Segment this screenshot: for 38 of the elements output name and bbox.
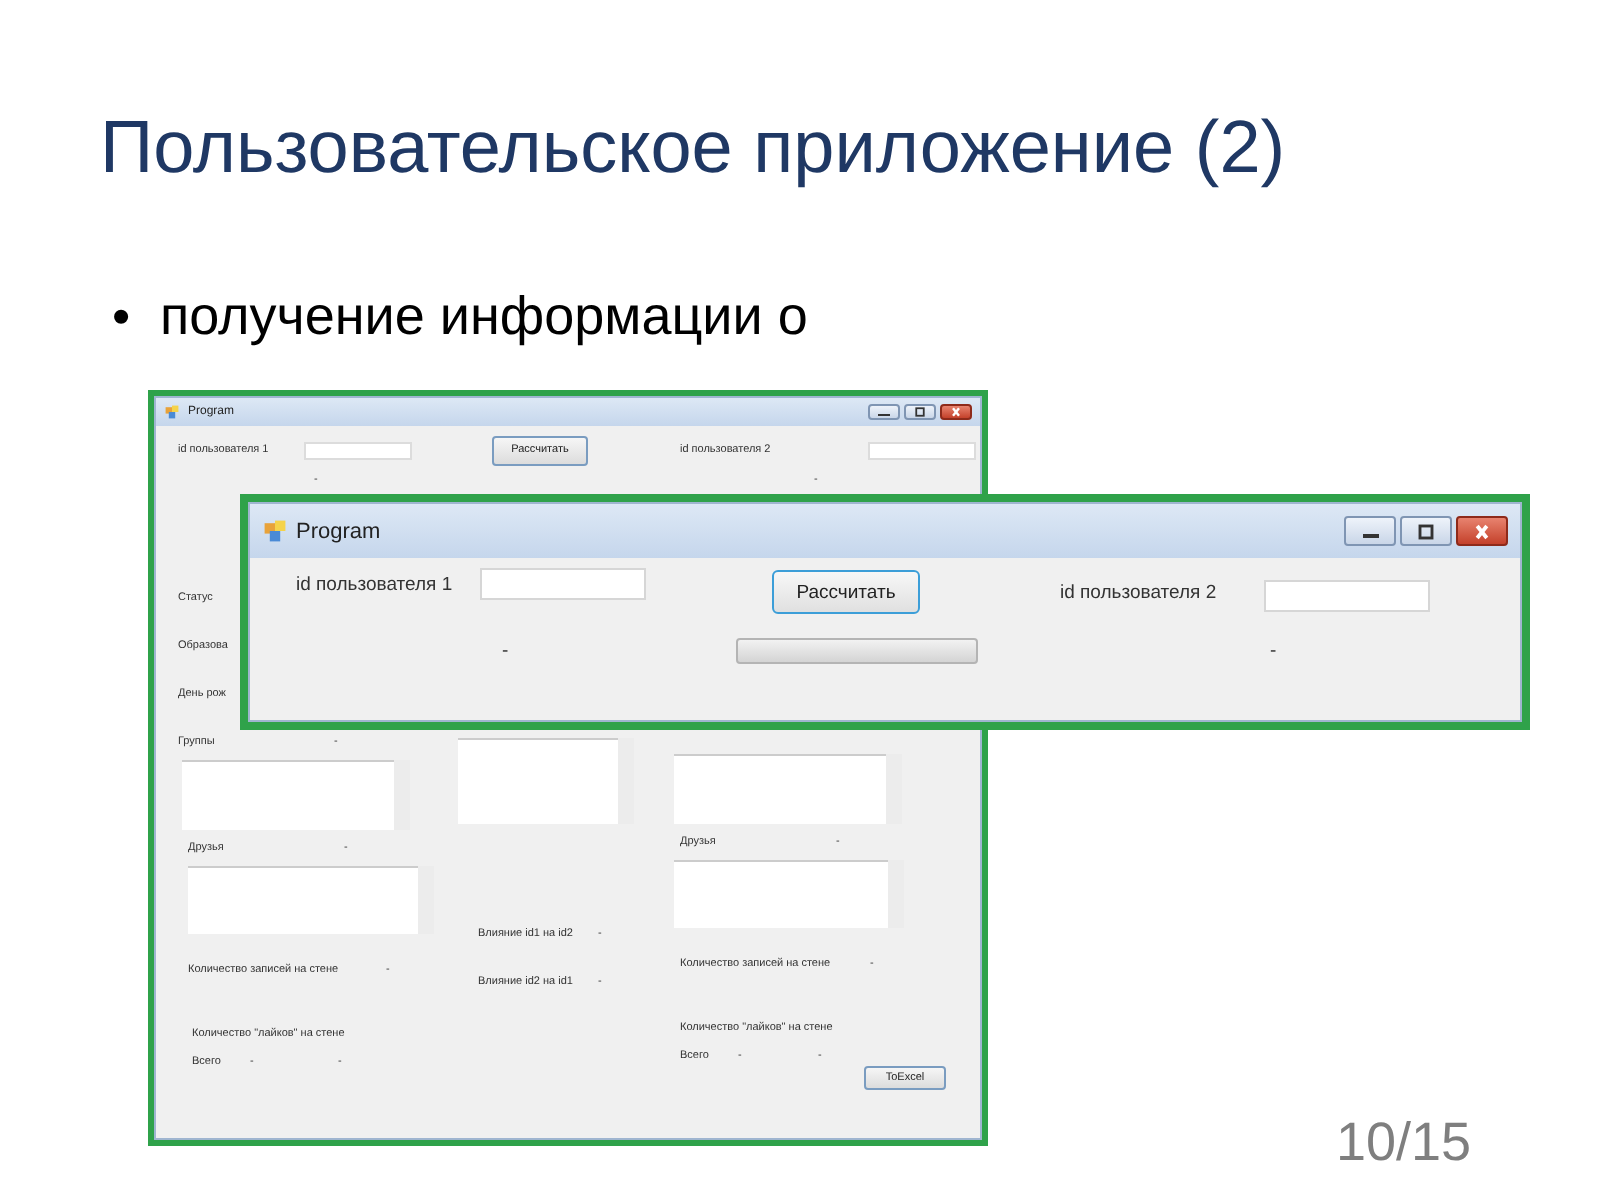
- text-box[interactable]: [188, 866, 418, 934]
- input-field[interactable]: [480, 568, 646, 600]
- slide-title: Пользовательское приложение (2): [98, 104, 1288, 192]
- maximize-icon: [912, 406, 928, 418]
- scrollbar[interactable]: [618, 738, 634, 824]
- text-box[interactable]: [674, 754, 886, 824]
- scrollbar[interactable]: [886, 754, 902, 824]
- maximize-button[interactable]: [1400, 516, 1452, 546]
- value-text: -: [502, 639, 511, 661]
- value-text: -: [1270, 639, 1277, 661]
- scrollbar[interactable]: [394, 760, 410, 830]
- minimize-button[interactable]: [1344, 516, 1396, 546]
- maximize-button[interactable]: [904, 404, 936, 420]
- text-box[interactable]: [674, 860, 888, 928]
- input-field[interactable]: [1264, 580, 1430, 612]
- app-icon: [164, 404, 180, 420]
- field-label: id пользователя 2: [1060, 581, 1219, 603]
- scrollbar[interactable]: [418, 866, 434, 934]
- text-box[interactable]: [182, 760, 394, 830]
- close-button[interactable]: [1456, 516, 1508, 546]
- window-title: Program: [296, 519, 383, 543]
- close-button[interactable]: [940, 404, 972, 420]
- page-number: 10/15: [1336, 1112, 1472, 1174]
- text-box[interactable]: [458, 738, 618, 824]
- minimize-button[interactable]: [868, 404, 900, 420]
- input-field[interactable]: [868, 441, 976, 459]
- calculate-button[interactable]: Рассчитать: [772, 570, 920, 614]
- bullet-marker: •: [112, 286, 133, 348]
- close-icon: [1470, 521, 1494, 541]
- field-label: id пользователя 1: [296, 573, 455, 595]
- bullet-text: получение информации о: [160, 286, 808, 348]
- minimize-icon: [1361, 534, 1379, 538]
- minimize-icon: [878, 413, 890, 417]
- input-field[interactable]: [304, 441, 412, 459]
- close-icon: [948, 406, 964, 418]
- scrollbar[interactable]: [888, 860, 904, 928]
- app-icon: [262, 518, 288, 544]
- maximize-icon: [1414, 521, 1438, 541]
